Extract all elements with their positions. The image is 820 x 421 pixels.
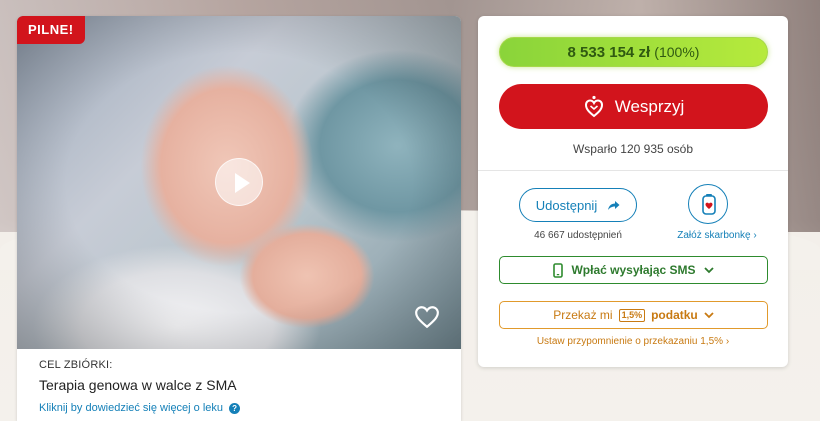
chevron-down-icon xyxy=(704,311,714,318)
raised-amount: 8 533 154 zł xyxy=(567,44,651,61)
share-count: 46 667 udostępnień xyxy=(534,230,622,241)
support-label[interactable]: Wesprzyj xyxy=(615,97,685,117)
piggy-bank-label[interactable]: Załóż skarbonkę xyxy=(677,230,750,241)
urgent-badge: PILNE! xyxy=(17,16,85,44)
support-button[interactable]: Wesprzyj xyxy=(499,84,768,129)
create-piggy-bank-link[interactable]: Załóż skarbonkę › xyxy=(662,230,772,241)
question-icon[interactable]: ? xyxy=(229,402,241,414)
chevron-right-icon: › xyxy=(753,230,757,241)
share-button[interactable]: Udostępnij xyxy=(519,188,637,222)
hand-heart-icon xyxy=(584,95,603,117)
share-label[interactable]: Udostępnij xyxy=(536,198,597,213)
reminder-label[interactable]: Ustaw przypomnienie o przekazaniu 1,5% xyxy=(537,336,723,347)
heart-icon[interactable] xyxy=(414,304,440,330)
tax-suffix[interactable]: podatku xyxy=(651,308,698,322)
piggy-bank-icon xyxy=(702,194,716,215)
goal-title: Terapia genowa w walce z SMA xyxy=(39,377,237,393)
tax-reminder-link[interactable]: Ustaw przypomnienie o przekazaniu 1,5% › xyxy=(478,336,788,347)
raised-percent: (100%) xyxy=(654,44,700,60)
funding-progress-bar: 8 533 154 zł (100%) xyxy=(499,37,768,67)
campaign-card: PILNE! CEL ZBIÓRKI: Terapia genowa w wal… xyxy=(17,16,461,421)
learn-more-text[interactable]: Kliknij by dowiedzieć się więcej o leku xyxy=(39,402,223,414)
donation-card: 8 533 154 zł (100%) Wesprzyj Wsparło 120… xyxy=(478,16,788,367)
learn-more-link[interactable]: Kliknij by dowiedzieć się więcej o leku … xyxy=(39,402,439,414)
chevron-right-icon: › xyxy=(725,336,730,347)
goal-label: CEL ZBIÓRKI: xyxy=(39,359,113,371)
sms-donation-button[interactable]: Wpłać wysyłając SMS xyxy=(499,256,768,284)
tax-donation-button[interactable]: Przekaż mi 1,5% podatku xyxy=(499,301,768,329)
play-video-icon[interactable] xyxy=(215,158,263,206)
chevron-down-icon xyxy=(703,266,714,273)
sms-label[interactable]: Wpłać wysyłając SMS xyxy=(571,263,695,277)
tax-prefix[interactable]: Przekaż mi xyxy=(553,308,612,322)
piggy-bank-button[interactable] xyxy=(688,184,728,224)
supporters-count: Wsparło 120 935 osób xyxy=(572,142,694,156)
tax-percent-badge: 1,5% xyxy=(618,308,646,322)
divider xyxy=(478,170,788,171)
campaign-caption: CEL ZBIÓRKI: Terapia genowa w walce z SM… xyxy=(17,349,461,414)
phone-icon xyxy=(553,262,564,278)
share-arrow-icon xyxy=(608,200,620,210)
campaign-photo[interactable]: PILNE! xyxy=(17,16,461,349)
